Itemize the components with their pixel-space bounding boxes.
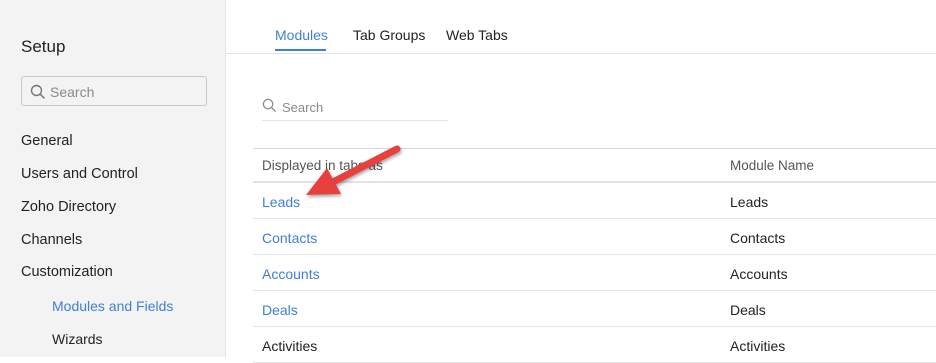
search-icon	[262, 98, 277, 113]
search-icon	[30, 84, 46, 100]
module-link-leads[interactable]: Leads	[262, 194, 300, 210]
search-placeholder: Search	[50, 84, 95, 100]
table-header: Displayed in tabs as Module Name	[253, 148, 936, 183]
tab-modules[interactable]: Modules	[275, 27, 328, 43]
column-header-module-name: Module Name	[730, 158, 815, 173]
module-name-cell: Deals	[730, 302, 766, 318]
tab-bar: Modules Tab Groups Web Tabs	[226, 0, 936, 54]
module-name-cell: Activities	[730, 338, 786, 354]
table-row: Deals Deals	[253, 291, 936, 327]
module-link-contacts[interactable]: Contacts	[262, 230, 317, 246]
module-label-activities: Activities	[262, 338, 318, 354]
sidebar: Setup Search General Users and Control Z…	[0, 0, 226, 357]
module-name-cell: Leads	[730, 194, 769, 210]
sidebar-item-channels[interactable]: Channels	[21, 232, 82, 248]
tab-web-tabs[interactable]: Web Tabs	[446, 27, 508, 43]
module-link-accounts[interactable]: Accounts	[262, 266, 320, 282]
module-name-cell: Contacts	[730, 230, 786, 246]
module-search-input[interactable]: Search	[262, 96, 448, 121]
module-name-cell: Accounts	[730, 266, 788, 282]
active-tab-indicator	[275, 49, 326, 51]
column-header-displayed-in-tabs: Displayed in tabs as	[262, 158, 383, 173]
table-row: Contacts Contacts	[253, 219, 936, 255]
sidebar-subitem-modules-and-fields[interactable]: Modules and Fields	[52, 298, 173, 314]
modules-table: Displayed in tabs as Module Name Leads L…	[253, 148, 936, 363]
sidebar-subitem-wizards[interactable]: Wizards	[52, 331, 103, 347]
sidebar-title: Setup	[21, 37, 66, 56]
sidebar-item-users-and-control[interactable]: Users and Control	[21, 166, 138, 182]
module-link-deals[interactable]: Deals	[262, 302, 298, 318]
sidebar-search-input[interactable]: Search	[21, 76, 207, 106]
table-row: Leads Leads	[253, 183, 936, 219]
table-row: Accounts Accounts	[253, 255, 936, 291]
sidebar-item-zoho-directory[interactable]: Zoho Directory	[21, 199, 116, 215]
tab-tab-groups[interactable]: Tab Groups	[353, 27, 425, 43]
table-row: Activities Activities	[253, 327, 936, 363]
sidebar-item-customization[interactable]: Customization	[21, 264, 113, 280]
sidebar-item-general[interactable]: General	[21, 133, 73, 149]
search-placeholder: Search	[282, 100, 324, 115]
